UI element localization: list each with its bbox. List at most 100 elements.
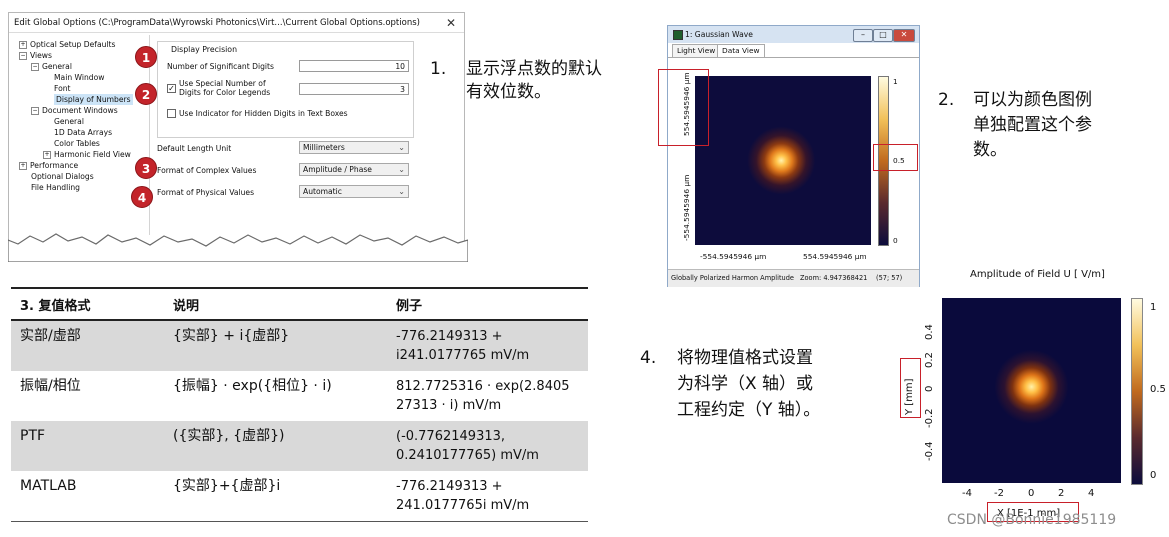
chevron-down-icon: ⌄ bbox=[398, 143, 405, 152]
table-header-format: 3. 复值格式 bbox=[11, 287, 164, 321]
status-coords: (57; 57) bbox=[876, 274, 903, 282]
tab-light-view[interactable]: Light View bbox=[672, 44, 721, 57]
tree-item-document-windows[interactable]: − Document Windows bbox=[31, 105, 118, 116]
tree-label: Harmonic Field View bbox=[54, 150, 131, 159]
plot2-y-tick: -0.4 bbox=[924, 441, 935, 461]
example-line: 27313 · i) mV/m bbox=[396, 398, 502, 413]
collapse-icon[interactable]: − bbox=[31, 107, 39, 115]
length-unit-value: Millimeters bbox=[303, 143, 345, 152]
plot2-x-tick: 0 bbox=[1028, 488, 1035, 499]
tree-label: Optical Setup Defaults bbox=[30, 40, 116, 49]
x-axis-right-label: 554.5945946 µm bbox=[803, 252, 867, 261]
expand-icon[interactable]: + bbox=[19, 162, 27, 170]
note-2-line3: 数。 bbox=[973, 140, 1007, 160]
special-digits-input[interactable]: 3 bbox=[299, 83, 409, 95]
special-digits-checkbox[interactable]: ✓ bbox=[167, 84, 176, 93]
complex-format-value: Amplitude / Phase bbox=[303, 165, 372, 174]
group-title: Display Precision bbox=[169, 45, 240, 54]
example-cell: (-0.7762149313, 0.2410177765) mV/m bbox=[387, 421, 588, 471]
collapse-icon[interactable]: − bbox=[31, 63, 39, 71]
minimize-button[interactable]: – bbox=[853, 29, 873, 42]
hidden-digits-label: Use Indicator for Hidden Digits in Text … bbox=[179, 109, 348, 118]
desc-cell: {振幅} · exp({相位} · i) bbox=[164, 371, 387, 421]
hidden-digits-checkbox[interactable] bbox=[167, 109, 176, 118]
note-1-line1: 显示浮点数的默认 bbox=[466, 59, 602, 79]
note-4-line3: 工程约定（Y 轴）。 bbox=[677, 400, 821, 420]
plot2-y-tick: 0.4 bbox=[924, 324, 935, 340]
note-2-line2: 单独配置这个参 bbox=[973, 115, 1092, 135]
badge-2: 2 bbox=[135, 83, 157, 105]
example-cell: -776.2149313 + 241.0177765i mV/m bbox=[387, 471, 588, 522]
format-cell: PTF bbox=[11, 421, 164, 471]
plot2-y-tick: 0.2 bbox=[924, 352, 935, 368]
tree-item-optical-setup-defaults[interactable]: + Optical Setup Defaults bbox=[19, 39, 115, 50]
table-row: MATLAB {实部}+{虚部}i -776.2149313 + 241.0177… bbox=[11, 471, 588, 522]
close-button[interactable]: ✕ bbox=[893, 29, 915, 42]
table-header-desc: 说明 bbox=[164, 287, 387, 321]
plot2-heatmap bbox=[942, 298, 1121, 483]
expand-icon[interactable]: + bbox=[19, 41, 27, 49]
badge-4: 4 bbox=[131, 186, 153, 208]
format-cell: MATLAB bbox=[11, 471, 164, 522]
legend-tick: 1 bbox=[893, 77, 898, 86]
tree-item-optional-dialogs[interactable]: Optional Dialogs bbox=[31, 171, 94, 182]
tree-item-color-tables[interactable]: Color Tables bbox=[54, 138, 100, 149]
table-row: PTF ({实部}, {虚部}) (-0.7762149313, 0.241017… bbox=[11, 421, 588, 471]
complex-format-table: 3. 复值格式 说明 例子 实部/虚部 {实部} + i{虚部} -776.21… bbox=[11, 287, 588, 522]
tree-item-1d-data-arrays[interactable]: 1D Data Arrays bbox=[54, 127, 112, 138]
physical-format-select[interactable]: Automatic ⌄ bbox=[299, 185, 409, 198]
chevron-down-icon: ⌄ bbox=[398, 165, 405, 174]
length-unit-select[interactable]: Millimeters ⌄ bbox=[299, 141, 409, 154]
example-cell: -776.2149313 + i241.0177765 mV/m bbox=[387, 320, 588, 371]
status-zoom: Zoom: 4.947368421 bbox=[800, 274, 868, 282]
view-tabs: Light View Data View bbox=[672, 44, 772, 57]
tree-item-general[interactable]: − General bbox=[31, 61, 72, 72]
tree-label: Views bbox=[30, 51, 52, 60]
complex-format-select[interactable]: Amplitude / Phase ⌄ bbox=[299, 163, 409, 176]
tree-item-file-handling[interactable]: File Handling bbox=[31, 182, 80, 193]
tree-item-harmonic-field-view[interactable]: + Harmonic Field View bbox=[43, 149, 131, 160]
window-title: 1: Gaussian Wave bbox=[685, 30, 753, 39]
example-line: i241.0177765 mV/m bbox=[396, 348, 530, 363]
tree-label: General bbox=[42, 62, 72, 71]
expand-icon[interactable]: + bbox=[43, 151, 51, 159]
plot2-x-tick: -2 bbox=[994, 488, 1004, 499]
note-4-line1: 将物理值格式设置 bbox=[677, 348, 813, 368]
tree-item-main-window[interactable]: Main Window bbox=[54, 72, 104, 83]
highlight-y-labels bbox=[658, 69, 709, 146]
tree-label: Document Windows bbox=[42, 106, 118, 115]
plot2-legend-tick: 0 bbox=[1150, 470, 1157, 481]
badge-1: 1 bbox=[135, 46, 157, 68]
tree-item-doc-general[interactable]: General bbox=[54, 116, 84, 127]
example-line: -776.2149313 + bbox=[396, 329, 503, 344]
plot2-x-tick: 2 bbox=[1058, 488, 1065, 499]
note-2-line1: 可以为颜色图例 bbox=[973, 90, 1092, 110]
field-heatmap bbox=[695, 76, 871, 245]
tree-item-font[interactable]: Font bbox=[54, 83, 71, 94]
chevron-down-icon: ⌄ bbox=[398, 187, 405, 196]
plot2-y-tick: -0.2 bbox=[924, 408, 935, 428]
dialog-title: Edit Global Options (C:\ProgramData\Wyro… bbox=[9, 13, 464, 33]
note-4-number: 4. bbox=[640, 348, 657, 368]
significant-digits-input[interactable]: 10 bbox=[299, 60, 409, 72]
desc-cell: {实部}+{虚部}i bbox=[164, 471, 387, 522]
special-digits-label-line1: Use Special Number of bbox=[179, 79, 266, 88]
maximize-button[interactable]: □ bbox=[873, 29, 893, 42]
highlight-legend-value bbox=[873, 144, 918, 171]
legend-tick: 0 bbox=[893, 236, 898, 245]
status-mode: Globally Polarized Harmon Amplitude bbox=[671, 274, 794, 282]
tree-label: Performance bbox=[30, 161, 79, 170]
note-4-line2: 为科学（X 轴）或 bbox=[677, 374, 814, 394]
tree-item-performance[interactable]: + Performance bbox=[19, 160, 78, 171]
tree-item-views[interactable]: − Views bbox=[19, 50, 52, 61]
tree-item-display-of-numbers[interactable]: Display of Numbers bbox=[54, 94, 133, 105]
tab-data-view[interactable]: Data View bbox=[717, 44, 765, 57]
status-bar: Globally Polarized Harmon Amplitude Zoom… bbox=[668, 269, 919, 287]
options-tree: + Optical Setup Defaults − Views − General … bbox=[19, 39, 147, 215]
plot2-legend-tick: 1 bbox=[1150, 302, 1157, 313]
plot2-legend-tick: 0.5 bbox=[1150, 384, 1166, 395]
collapse-icon[interactable]: − bbox=[19, 52, 27, 60]
close-icon[interactable]: ✕ bbox=[446, 15, 456, 31]
plot2-y-tick: 0 bbox=[924, 385, 935, 392]
example-line: (-0.7762149313, bbox=[396, 429, 506, 444]
